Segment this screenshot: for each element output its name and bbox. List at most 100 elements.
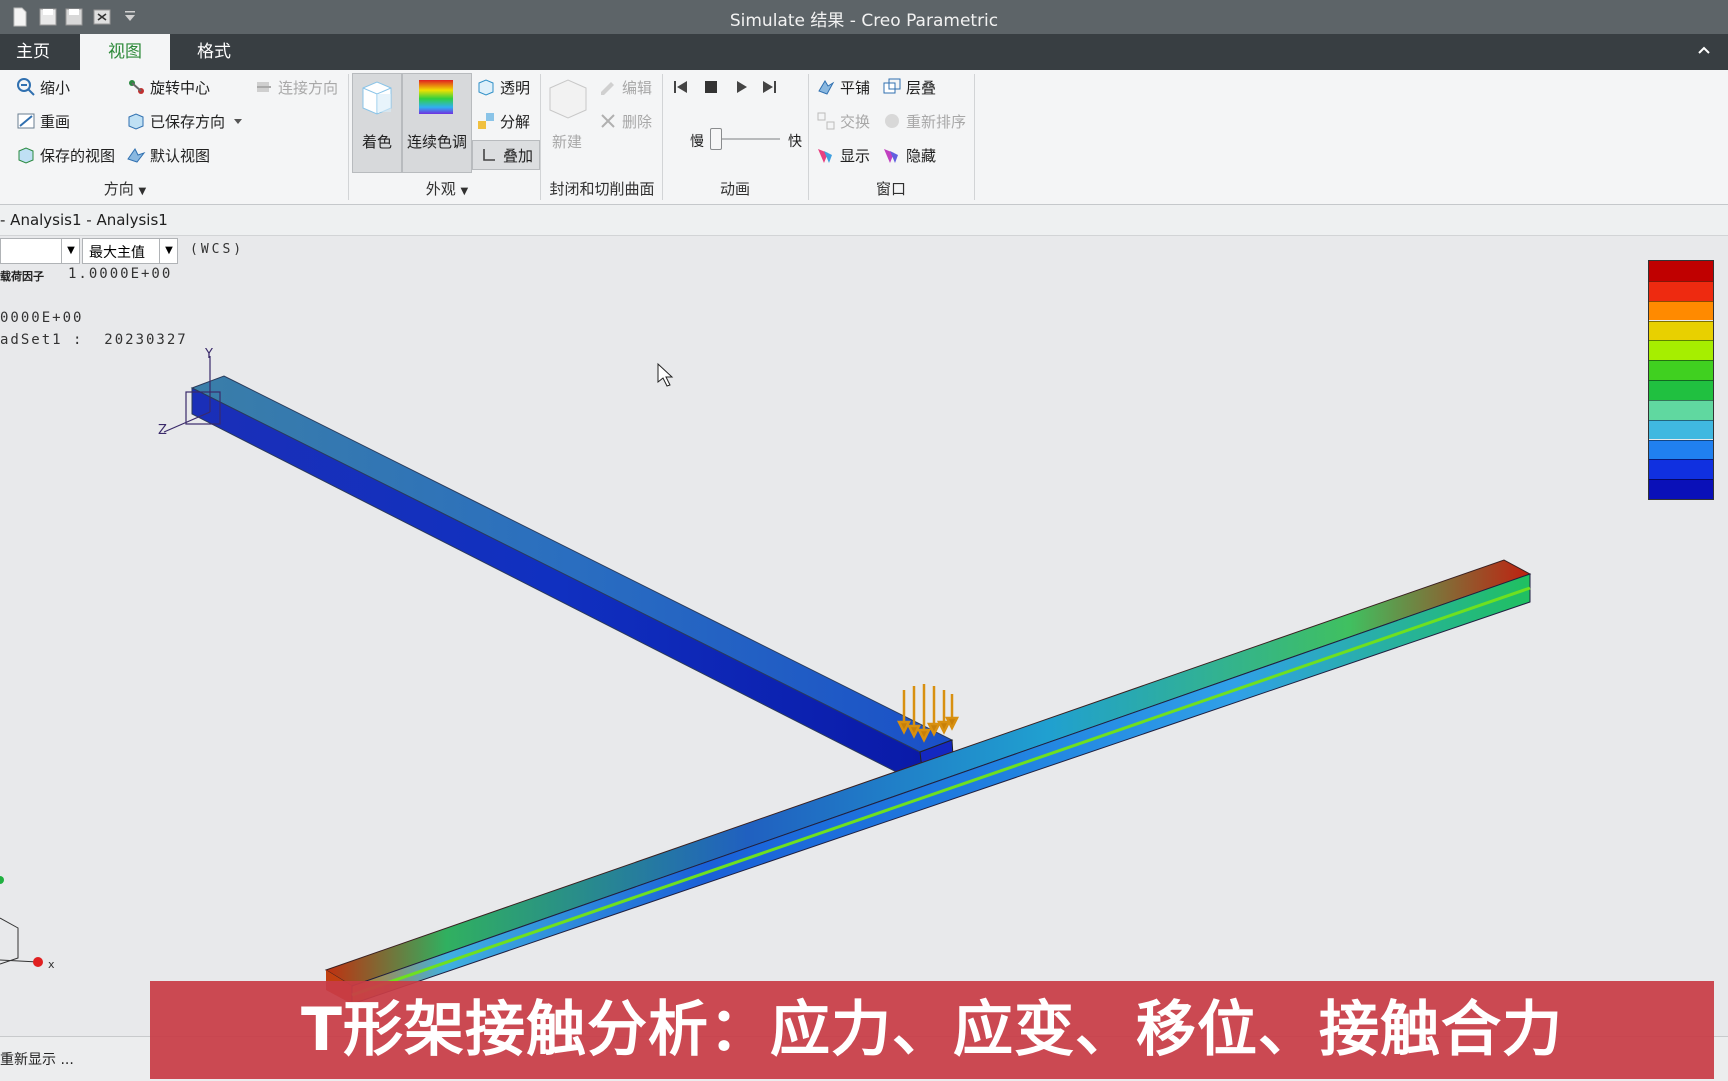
beam-top-face [190, 375, 954, 753]
repaint-icon [17, 113, 35, 129]
edit-label: 编辑 [622, 78, 653, 97]
legend-band [1649, 380, 1713, 400]
swap-button[interactable]: 交换 [816, 108, 870, 134]
speed-slow-label: 慢 [690, 134, 704, 150]
explode-icon [478, 113, 494, 129]
cascade-label: 层叠 [906, 78, 937, 97]
speed-fast-label: 快 [788, 134, 802, 150]
legend-band [1649, 300, 1713, 321]
saved-views-icon [18, 147, 34, 164]
spin-center-label: 旋转中心 [150, 78, 211, 97]
shading-button[interactable]: 着色 [352, 73, 402, 173]
collapse-ribbon-icon[interactable] [1696, 42, 1712, 58]
legend-band [1649, 280, 1713, 301]
beam-side-face [191, 387, 925, 787]
speed-slider-track[interactable] [712, 138, 780, 140]
explode-button[interactable]: 分解 [476, 108, 530, 134]
edit-icon [601, 82, 614, 95]
connect-orientation-label: 连接方向 [278, 78, 339, 97]
skip-to-end-icon[interactable] [760, 78, 778, 96]
edit-cap-button[interactable]: 编辑 [598, 74, 652, 100]
tile-icon [818, 80, 835, 95]
orientation-group-label[interactable]: 方向 ▼ [90, 178, 160, 199]
view-triad-y-dot [0, 876, 4, 884]
legend-band [1649, 320, 1713, 341]
subtitle-banner: T形架接触分析：应力、应变、移位、接触合力 [150, 981, 1714, 1079]
continuous-tone-button[interactable]: 连续色调 [402, 73, 472, 173]
base-side-face [351, 573, 1531, 1005]
ribbon-separator [348, 74, 349, 200]
tab-format[interactable]: 格式 [178, 34, 250, 70]
appearance-group-label[interactable]: 外观 ▼ [412, 178, 482, 199]
connect-orientation-icon [257, 82, 271, 92]
play-icon[interactable] [732, 78, 750, 96]
spin-center-icon [129, 80, 144, 94]
connect-orientation-button[interactable]: 连接方向 [254, 74, 338, 100]
overlay-icon [483, 149, 495, 161]
show-button[interactable]: 显示 [816, 142, 870, 168]
explode-label: 分解 [500, 112, 531, 131]
tab-view[interactable]: 视图 [80, 34, 170, 70]
view-triad [0, 917, 39, 965]
show-label: 显示 [840, 146, 871, 165]
tile-label: 平铺 [840, 78, 871, 97]
hide-button[interactable]: 隐藏 [882, 142, 936, 168]
saved-orientations-icon [128, 113, 144, 130]
tab-home[interactable]: 主页 [0, 34, 66, 70]
tile-button[interactable]: 平铺 [816, 74, 870, 100]
stop-icon[interactable] [702, 78, 720, 96]
mouse-cursor-icon [657, 362, 674, 387]
graphics-viewport[interactable]: ▼ 最大主值 ▼ (WCS) 载荷因子 1.0000E+00 0000E+00 … [0, 236, 1728, 1036]
delete-cap-button[interactable]: 删除 [598, 108, 652, 134]
repaint-button[interactable]: 重画 [16, 108, 70, 134]
legend-band [1649, 360, 1713, 380]
legend-band [1649, 439, 1713, 460]
default-view-icon [127, 148, 146, 163]
triad-y-label: Y [204, 347, 213, 362]
status-message: 重新显示 ... [0, 1052, 74, 1068]
ribbon-separator [540, 74, 541, 200]
ribbon-view: 缩小 旋转中心 连接方向 重画 已保存方向 保存的视图 默认视图 方向 ▼ 着色… [0, 70, 1728, 205]
shading-label: 着色 [361, 133, 392, 151]
overlay-button[interactable]: 叠加 [472, 140, 541, 170]
new-cap-icon [548, 76, 588, 120]
triad-z-label: Z [158, 423, 167, 438]
view-triad-x-dot [33, 957, 43, 967]
reorder-label: 重新排序 [906, 112, 967, 131]
legend-band [1649, 459, 1713, 480]
window-group-label: 窗口 [875, 180, 906, 198]
zoom-out-button[interactable]: 缩小 [16, 74, 70, 100]
ribbon-tab-bar: 主页 视图 格式 [0, 34, 1728, 70]
delete-label: 删除 [622, 112, 653, 131]
zoom-out-icon [17, 78, 35, 96]
zoom-out-label: 缩小 [40, 78, 71, 97]
new-cap-button[interactable]: 新建 [552, 128, 582, 154]
show-icon [818, 149, 832, 163]
saved-orientations-button[interactable]: 已保存方向 [126, 108, 243, 134]
ribbon-separator [808, 74, 809, 200]
overlay-label: 叠加 [503, 146, 534, 165]
transparent-button[interactable]: 透明 [476, 74, 530, 100]
ribbon-separator [974, 74, 975, 200]
speed-slider-handle[interactable] [710, 128, 722, 150]
color-legend [1648, 260, 1714, 500]
reorder-button[interactable]: 重新排序 [882, 108, 966, 134]
default-view-label: 默认视图 [150, 146, 211, 165]
window-title: Simulate 结果 - Creo Parametric [729, 11, 999, 31]
legend-band [1649, 261, 1713, 281]
cascade-button[interactable]: 层叠 [882, 74, 936, 100]
default-view-button[interactable]: 默认视图 [126, 142, 210, 168]
continuous-tone-label: 连续色调 [406, 133, 467, 151]
ribbon-separator [662, 74, 663, 200]
swap-label: 交换 [840, 112, 871, 131]
skip-to-start-icon[interactable] [672, 78, 690, 96]
saved-views-button[interactable]: 保存的视图 [16, 142, 115, 168]
fem-model-view[interactable]: Y Z x [0, 236, 1728, 1036]
capping-group-label: 封闭和切削曲面 [549, 180, 655, 198]
legend-band [1649, 419, 1713, 440]
spin-center-button[interactable]: 旋转中心 [126, 74, 210, 100]
analysis-title: - Analysis1 - Analysis1 [0, 211, 168, 229]
hide-label: 隐藏 [906, 146, 937, 165]
saved-views-label: 保存的视图 [40, 146, 116, 165]
transparent-icon [478, 79, 494, 96]
